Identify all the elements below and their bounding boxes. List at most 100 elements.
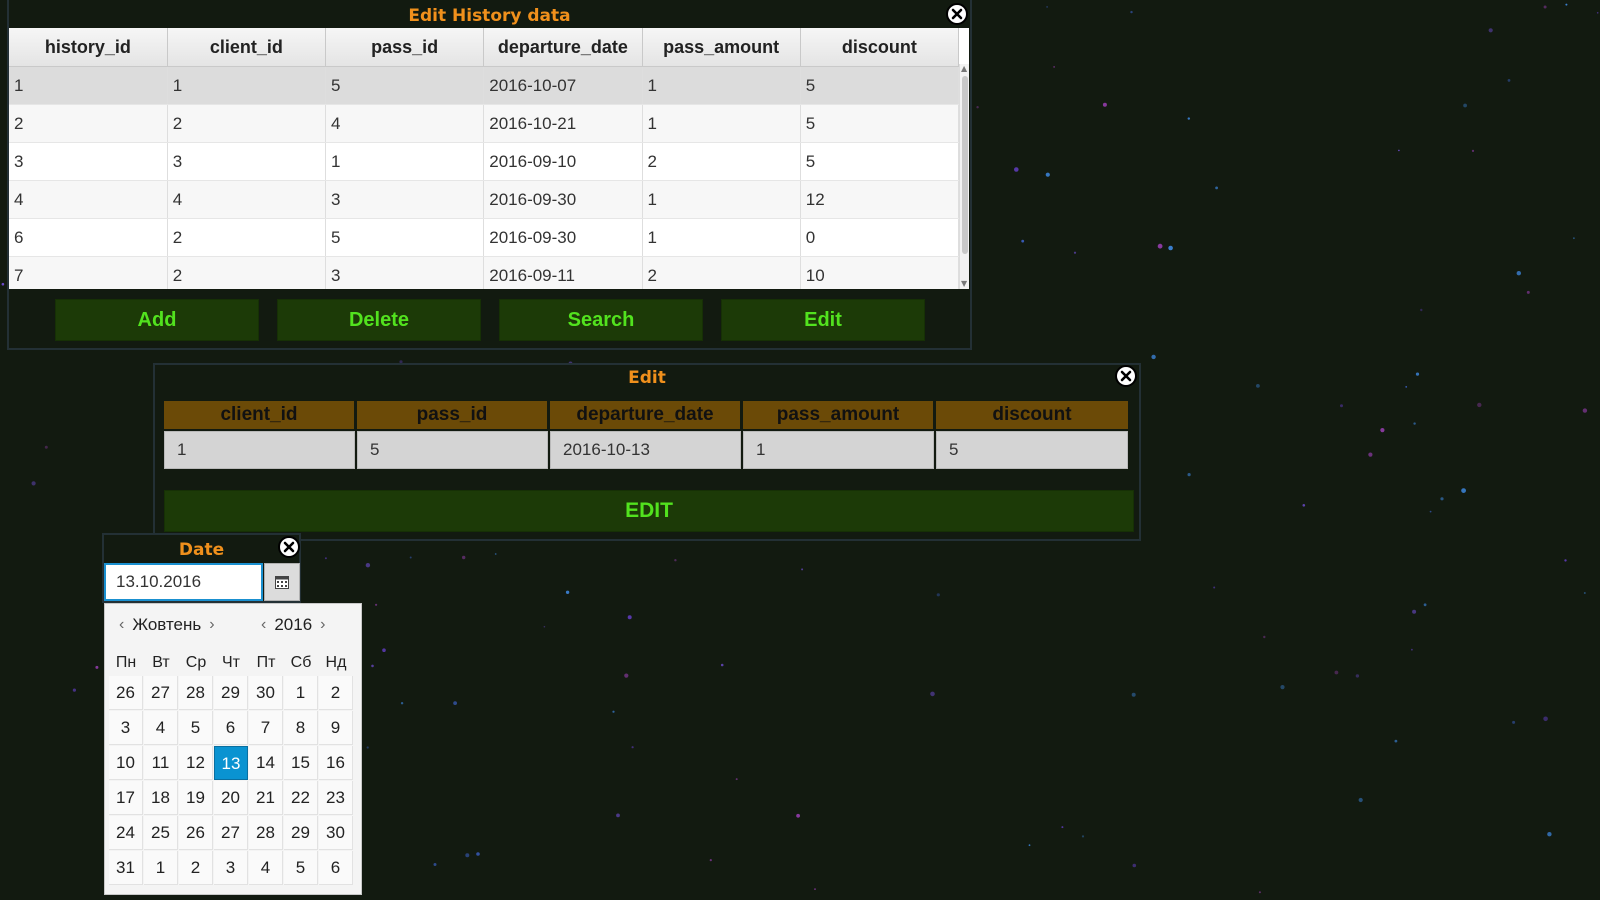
calendar-day[interactable]: 10 xyxy=(109,746,143,780)
table-cell[interactable]: 3 xyxy=(9,142,168,181)
calendar-icon[interactable] xyxy=(264,563,300,601)
table-cell[interactable]: 5 xyxy=(800,66,960,105)
pass-id-field[interactable]: 5 xyxy=(357,431,548,469)
calendar-day[interactable]: 5 xyxy=(284,851,318,885)
pass-amount-field[interactable]: 1 xyxy=(743,431,934,469)
table-cell[interactable]: 10 xyxy=(800,256,960,289)
calendar-day[interactable]: 29 xyxy=(284,816,318,850)
calendar-day[interactable]: 22 xyxy=(284,781,318,815)
table-cell[interactable]: 0 xyxy=(800,218,960,257)
calendar-day[interactable]: 4 xyxy=(249,851,283,885)
table-cell[interactable]: 5 xyxy=(800,104,960,143)
search-button[interactable]: Search xyxy=(499,299,703,341)
calendar-day[interactable]: 5 xyxy=(179,711,213,745)
table-cell[interactable]: 1 xyxy=(642,218,801,257)
table-cell[interactable]: 5 xyxy=(800,142,960,181)
table-cell[interactable]: 4 xyxy=(325,104,485,143)
calendar-day[interactable]: 31 xyxy=(109,851,143,885)
calendar-day[interactable]: 23 xyxy=(319,781,353,815)
client-id-field[interactable]: 1 xyxy=(164,431,355,469)
calendar-day[interactable]: 12 xyxy=(179,746,213,780)
calendar-day[interactable]: 8 xyxy=(284,711,318,745)
column-header[interactable]: client_id xyxy=(167,28,327,67)
table-scrollbar[interactable]: ▲ ▼ xyxy=(959,64,969,289)
table-cell[interactable]: 2016-10-07 xyxy=(483,66,643,105)
calendar-day[interactable]: 26 xyxy=(109,676,143,710)
table-cell[interactable]: 2016-09-30 xyxy=(483,180,643,219)
add-button[interactable]: Add xyxy=(55,299,259,341)
calendar-day[interactable]: 26 xyxy=(179,816,213,850)
calendar-day[interactable]: 24 xyxy=(109,816,143,850)
scroll-up-icon[interactable]: ▲ xyxy=(961,65,967,73)
table-row[interactable]: 4 4 3 2016-09-30 1 12 xyxy=(9,180,960,219)
calendar-day[interactable]: 6 xyxy=(319,851,353,885)
calendar-day[interactable]: 30 xyxy=(319,816,353,850)
calendar-day[interactable]: 2 xyxy=(179,851,213,885)
column-header[interactable]: pass_id xyxy=(325,28,485,67)
next-month-icon[interactable]: › xyxy=(205,616,218,634)
table-cell[interactable]: 4 xyxy=(167,180,327,219)
prev-year-icon[interactable]: ‹ xyxy=(257,616,270,634)
column-header[interactable]: pass_amount xyxy=(642,28,801,67)
calendar-day[interactable]: 19 xyxy=(179,781,213,815)
table-cell[interactable]: 1 xyxy=(642,104,801,143)
edit-button[interactable]: Edit xyxy=(721,299,925,341)
table-cell[interactable]: 2016-10-21 xyxy=(483,104,643,143)
table-row[interactable]: 3 3 1 2016-09-10 2 5 xyxy=(9,142,960,181)
calendar-day[interactable]: 30 xyxy=(249,676,283,710)
table-cell[interactable]: 1 xyxy=(325,142,485,181)
table-cell[interactable]: 2016-09-30 xyxy=(483,218,643,257)
table-row[interactable]: 6 2 5 2016-09-30 1 0 xyxy=(9,218,960,257)
calendar-day[interactable]: 15 xyxy=(284,746,318,780)
table-cell[interactable]: 3 xyxy=(325,256,485,289)
calendar-day[interactable]: 7 xyxy=(249,711,283,745)
table-cell[interactable]: 7 xyxy=(9,256,168,289)
table-cell[interactable]: 1 xyxy=(9,66,168,105)
calendar-day[interactable]: 28 xyxy=(179,676,213,710)
column-header[interactable]: history_id xyxy=(9,28,168,67)
calendar-day[interactable]: 13 xyxy=(214,746,248,780)
calendar-day[interactable]: 1 xyxy=(144,851,178,885)
table-cell[interactable]: 4 xyxy=(9,180,168,219)
next-year-icon[interactable]: › xyxy=(316,616,329,634)
table-cell[interactable]: 2 xyxy=(642,256,801,289)
table-cell[interactable]: 2 xyxy=(642,142,801,181)
calendar-day[interactable]: 14 xyxy=(249,746,283,780)
calendar-day[interactable]: 1 xyxy=(284,676,318,710)
table-row[interactable]: 1 1 5 2016-10-07 1 5 xyxy=(9,66,960,105)
discount-field[interactable]: 5 xyxy=(936,431,1128,469)
scroll-down-icon[interactable]: ▼ xyxy=(961,280,967,288)
history-close-icon[interactable] xyxy=(946,3,968,25)
column-header[interactable]: discount xyxy=(800,28,960,67)
table-cell[interactable]: 1 xyxy=(167,66,327,105)
calendar-day[interactable]: 25 xyxy=(144,816,178,850)
calendar-day[interactable]: 27 xyxy=(214,816,248,850)
table-row[interactable]: 7 2 3 2016-09-11 2 10 xyxy=(9,256,960,289)
calendar-day[interactable]: 16 xyxy=(319,746,353,780)
calendar-day[interactable]: 28 xyxy=(249,816,283,850)
table-cell[interactable]: 3 xyxy=(325,180,485,219)
calendar-day[interactable]: 4 xyxy=(144,711,178,745)
date-close-icon[interactable] xyxy=(278,536,300,558)
table-cell[interactable]: 2 xyxy=(167,218,327,257)
table-row[interactable]: 2 2 4 2016-10-21 1 5 xyxy=(9,104,960,143)
departure-date-field[interactable]: 2016-10-13 xyxy=(550,431,741,469)
table-cell[interactable]: 2 xyxy=(9,104,168,143)
calendar-day[interactable]: 2 xyxy=(319,676,353,710)
calendar-day[interactable]: 3 xyxy=(214,851,248,885)
calendar-day[interactable]: 27 xyxy=(144,676,178,710)
table-cell[interactable]: 5 xyxy=(325,66,485,105)
calendar-day[interactable]: 3 xyxy=(109,711,143,745)
table-cell[interactable]: 1 xyxy=(642,180,801,219)
calendar-day[interactable]: 17 xyxy=(109,781,143,815)
calendar-day[interactable]: 29 xyxy=(214,676,248,710)
calendar-day[interactable]: 9 xyxy=(319,711,353,745)
table-cell[interactable]: 1 xyxy=(642,66,801,105)
table-cell[interactable]: 2016-09-11 xyxy=(483,256,643,289)
delete-button[interactable]: Delete xyxy=(277,299,481,341)
calendar-day[interactable]: 20 xyxy=(214,781,248,815)
table-cell[interactable]: 5 xyxy=(325,218,485,257)
table-cell[interactable]: 2016-09-10 xyxy=(483,142,643,181)
table-cell[interactable]: 6 xyxy=(9,218,168,257)
calendar-day[interactable]: 11 xyxy=(144,746,178,780)
